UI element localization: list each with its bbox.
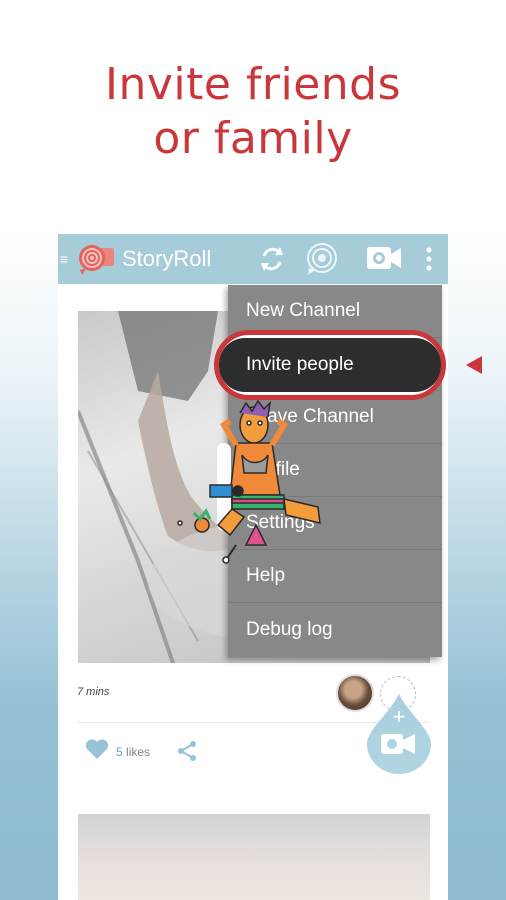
likes-label: likes bbox=[126, 744, 151, 759]
post-time: 7 mins bbox=[77, 686, 110, 698]
likes-text: 5 likes bbox=[116, 745, 150, 759]
likes-count: 5 bbox=[116, 744, 123, 759]
promo-headline: Invite friends or family bbox=[0, 58, 506, 166]
pointer-arrow-icon bbox=[466, 356, 482, 374]
like-button[interactable]: 5 likes bbox=[84, 738, 150, 765]
menu-item-debug-log[interactable]: Debug log bbox=[228, 603, 442, 656]
overflow-menu-icon[interactable] bbox=[424, 246, 434, 277]
headline-line-1: Invite friends bbox=[104, 59, 402, 110]
storyroll-logo-icon bbox=[76, 242, 116, 276]
drawer-icon[interactable]: ≡ bbox=[60, 251, 70, 267]
refresh-icon[interactable] bbox=[258, 242, 286, 281]
headline-line-2: or family bbox=[153, 113, 353, 164]
storyroll-chat-icon[interactable] bbox=[302, 242, 342, 281]
app-title: StoryRoll bbox=[122, 246, 212, 271]
app-bar: ≡ StoryRoll bbox=[58, 234, 448, 284]
record-story-button[interactable]: + bbox=[365, 692, 433, 774]
menu-item-invite-people[interactable]: Invite people bbox=[219, 338, 441, 392]
share-icon[interactable] bbox=[176, 740, 198, 767]
svg-text:+: + bbox=[393, 704, 406, 729]
heart-icon[interactable] bbox=[84, 738, 110, 765]
add-video-icon[interactable] bbox=[364, 242, 404, 281]
sticker-figure-icon bbox=[170, 395, 330, 580]
next-story-thumbnail[interactable] bbox=[78, 814, 430, 900]
